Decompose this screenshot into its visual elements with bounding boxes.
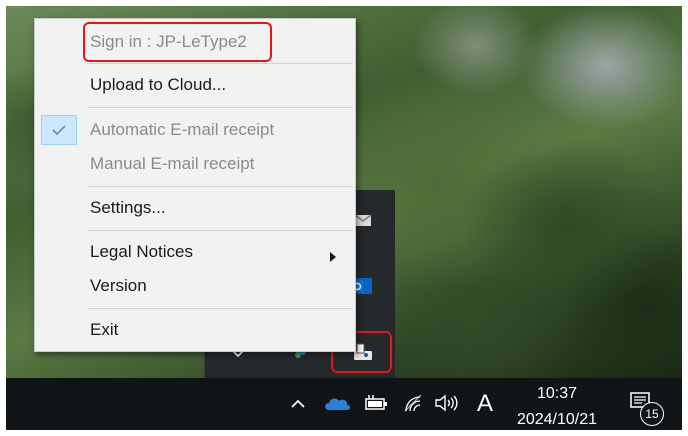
battery-plug-icon[interactable] (362, 392, 390, 414)
legal-notices-label: Legal Notices (90, 242, 194, 261)
wifi-icon[interactable] (400, 392, 426, 414)
version-label: Version (90, 276, 147, 295)
settings-label: Settings... (90, 198, 166, 217)
ime-mode-indicator[interactable]: A (474, 390, 496, 418)
menu-separator (87, 308, 353, 309)
menu-separator (87, 63, 353, 64)
menu-item-automatic-email-receipt: Automatic E-mail receipt (35, 115, 355, 145)
menu-item-exit[interactable]: Exit (35, 315, 355, 345)
chevron-up-icon[interactable] (288, 394, 308, 414)
chevron-right-icon (329, 247, 337, 267)
tray-context-menu: Sign in : JP-LeType2 Upload to Cloud... … (34, 18, 356, 352)
exit-label: Exit (90, 320, 119, 339)
manual-email-receipt-label: Manual E-mail receipt (90, 154, 255, 173)
clock-date[interactable]: 2024/10/21 (504, 410, 610, 430)
automatic-email-receipt-label: Automatic E-mail receipt (90, 120, 275, 139)
menu-item-upload-to-cloud[interactable]: Upload to Cloud... (35, 70, 355, 100)
cloud-icon[interactable] (322, 392, 352, 414)
menu-item-settings[interactable]: Settings... (35, 193, 355, 223)
menu-item-version[interactable]: Version (35, 271, 355, 301)
menu-separator (87, 230, 353, 231)
menu-separator (87, 186, 353, 187)
clock-time[interactable]: 10:37 (512, 384, 602, 404)
notification-count-badge: 15 (640, 402, 664, 426)
menu-item-manual-email-receipt: Manual E-mail receipt (35, 149, 355, 179)
notification-icon[interactable]: 15 (628, 392, 664, 426)
upload-to-cloud-label: Upload to Cloud... (90, 75, 227, 94)
menu-item-legal-notices[interactable]: Legal Notices (35, 237, 355, 267)
menu-separator (87, 107, 353, 108)
taskbar: A 10:37 2024/10/21 15 (6, 378, 682, 430)
speaker-icon[interactable] (432, 392, 462, 414)
sign-in-highlight (83, 22, 272, 62)
checkmark-icon (41, 115, 77, 145)
